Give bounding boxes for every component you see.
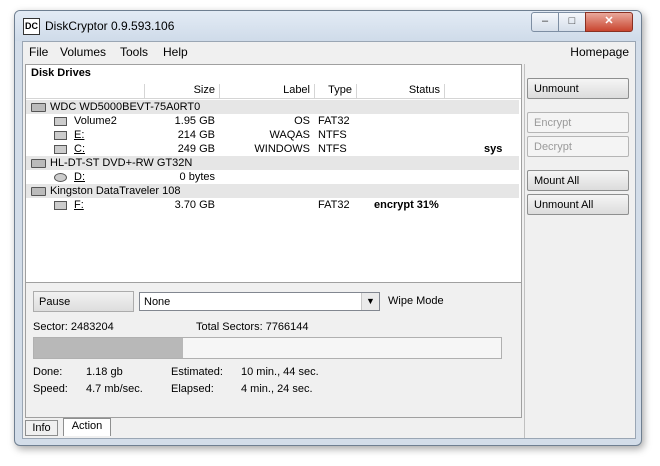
elapsed-value: 4 min., 24 sec. (241, 383, 313, 395)
volume-label: WINDOWS (254, 143, 310, 155)
window-title: DiskCryptor 0.9.593.106 (45, 19, 175, 33)
volume-size: 249 GB (177, 143, 215, 155)
disk-drives-title: Disk Drives (31, 67, 91, 79)
mount-all-button[interactable]: Mount All (527, 170, 629, 191)
unmount-button[interactable]: Unmount (527, 78, 629, 99)
wipe-mode-value: None (144, 296, 171, 308)
disk-drives-panel: Disk Drives Size Label Type Status WDC W… (25, 64, 522, 283)
menu-bar: File Volumes Tools Help Homepage (23, 42, 635, 62)
volume-name: D: (74, 171, 85, 183)
menu-file[interactable]: File (29, 45, 48, 59)
unmount-all-button[interactable]: Unmount All (527, 194, 629, 215)
column-blank (444, 84, 519, 98)
maximize-button[interactable]: □ (558, 12, 586, 32)
drive-row[interactable]: WDC WD5000BEVT-75A0RT0 (26, 100, 519, 114)
usb-drive-icon (31, 187, 46, 196)
column-label[interactable]: Label (219, 84, 314, 98)
volume-icon (54, 201, 67, 210)
volume-label: WAQAS (269, 129, 310, 141)
total-sectors-text: Total Sectors: 7766144 (196, 321, 309, 333)
wipe-mode-label: Wipe Mode (388, 295, 444, 307)
close-icon: ✕ (604, 15, 614, 27)
menu-volumes[interactable]: Volumes (60, 45, 106, 59)
volume-name: F: (74, 199, 84, 211)
menu-tools[interactable]: Tools (120, 45, 148, 59)
volume-size: 214 GB (177, 129, 215, 141)
volume-flag: sys (484, 143, 503, 155)
volume-size: 1.95 GB (174, 115, 215, 127)
volume-name: C: (74, 143, 85, 155)
volume-type: FAT32 (318, 115, 350, 127)
title-bar: DC DiskCryptor 0.9.593.106 – □ ✕ (15, 11, 641, 41)
decrypt-button[interactable]: Decrypt (527, 136, 629, 157)
drive-row[interactable]: Kingston DataTraveler 108 (26, 184, 519, 198)
volume-row[interactable]: C: 249 GB WINDOWS NTFS sys (26, 142, 519, 156)
column-header: Size Label Type Status (26, 82, 521, 99)
volume-row[interactable]: Volume2 1.95 GB OS FAT32 (26, 114, 519, 128)
volume-row[interactable]: F: 3.70 GB FAT32 encrypt 31% (26, 198, 519, 212)
hard-disk-icon (31, 103, 46, 112)
volume-type: FAT32 (318, 199, 350, 211)
column-status[interactable]: Status (356, 84, 444, 98)
progress-bar (33, 337, 502, 359)
optical-drive-icon (31, 159, 46, 168)
volume-row[interactable]: E: 214 GB WAQAS NTFS (26, 128, 519, 142)
progress-fill (34, 338, 184, 358)
drive-row[interactable]: HL-DT-ST DVD+-RW GT32N (26, 156, 519, 170)
estimated-value: 10 min., 44 sec. (241, 366, 319, 378)
volume-size: 3.70 GB (174, 199, 215, 211)
minimize-button[interactable]: – (531, 12, 559, 32)
action-panel: Pause None ▼ Wipe Mode Sector: 2483204 T… (25, 282, 522, 418)
pause-button[interactable]: Pause (33, 291, 134, 312)
app-window: DC DiskCryptor 0.9.593.106 – □ ✕ File Vo… (14, 10, 642, 446)
sector-text: Sector: 2483204 (33, 321, 114, 333)
tab-action[interactable]: Action (63, 418, 111, 436)
speed-value: 4.7 mb/sec. (86, 383, 143, 395)
elapsed-label: Elapsed: (171, 383, 214, 395)
encrypt-button[interactable]: Encrypt (527, 112, 629, 133)
minimize-icon: – (541, 15, 549, 27)
estimated-label: Estimated: (171, 366, 223, 378)
volume-name: E: (74, 129, 85, 141)
chevron-down-icon[interactable]: ▼ (361, 293, 379, 310)
drive-name: HL-DT-ST DVD+-RW GT32N (50, 157, 193, 169)
volume-icon (54, 131, 67, 140)
drive-name: WDC WD5000BEVT-75A0RT0 (50, 101, 201, 113)
column-size[interactable]: Size (144, 84, 219, 98)
column-type[interactable]: Type (314, 84, 356, 98)
action-buttons-panel: Unmount Encrypt Decrypt Mount All Unmoun… (524, 64, 634, 438)
tab-info[interactable]: Info (25, 420, 58, 436)
volume-row[interactable]: D: 0 bytes (26, 170, 519, 184)
volume-type: NTFS (318, 129, 347, 141)
wipe-mode-select[interactable]: None ▼ (139, 292, 380, 311)
volume-size: 0 bytes (179, 171, 215, 183)
client-area: File Volumes Tools Help Homepage Disk Dr… (22, 41, 636, 439)
bottom-tabs: Info Action (25, 418, 520, 436)
close-button[interactable]: ✕ (585, 12, 633, 32)
homepage-link[interactable]: Homepage (570, 45, 629, 59)
volume-status: encrypt 31% (374, 199, 439, 211)
diskcryptor-app-icon: DC (23, 18, 40, 35)
drive-name: Kingston DataTraveler 108 (50, 185, 181, 197)
volume-icon (54, 145, 67, 154)
volume-type: NTFS (318, 143, 347, 155)
maximize-icon: □ (568, 15, 576, 27)
done-value: 1.18 gb (86, 366, 123, 378)
volume-label: OS (294, 115, 310, 127)
speed-label: Speed: (33, 383, 68, 395)
cd-drive-icon (54, 173, 67, 182)
done-label: Done: (33, 366, 63, 378)
menu-help[interactable]: Help (163, 45, 188, 59)
volume-name: Volume2 (74, 115, 117, 127)
volume-icon (54, 117, 67, 126)
